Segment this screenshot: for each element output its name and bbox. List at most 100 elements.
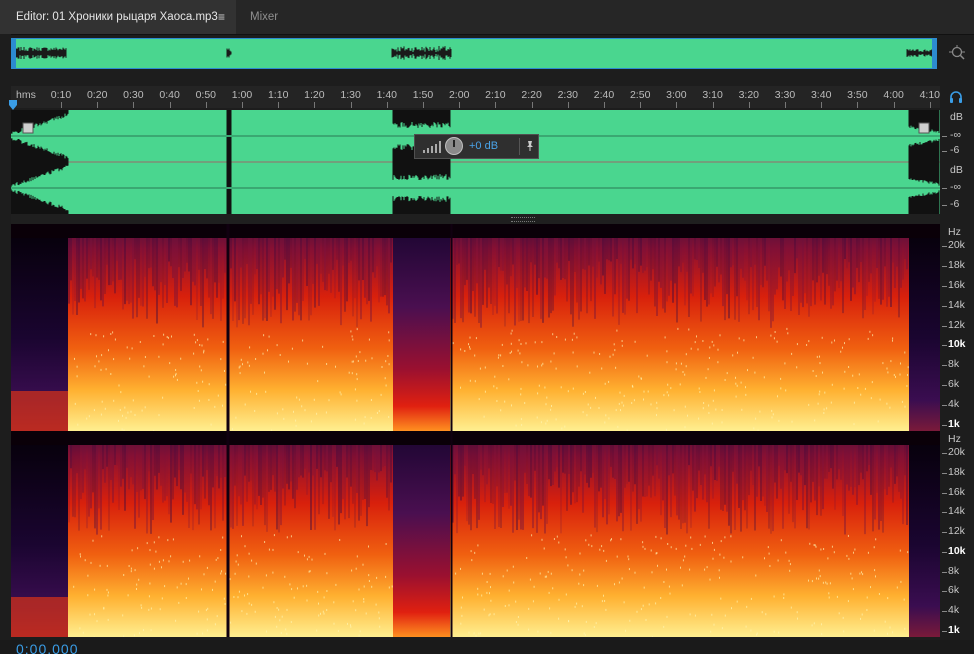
- panel-tab-bar: Editor: 01 Хроники рыцаря Хаоса.mp3 ≡ Mi…: [0, 0, 974, 35]
- hz-unit-label: Hz: [948, 433, 961, 445]
- hz-label: 10k: [948, 338, 966, 351]
- volume-bars-icon: [423, 141, 441, 153]
- ruler-tick: [97, 102, 99, 108]
- hz-label: 1k: [948, 418, 960, 430]
- spectrogram-ch1: [11, 224, 940, 431]
- audition-editor-window: Editor: 01 Хроники рыцаря Хаоса.mp3 ≡ Mi…: [0, 0, 974, 654]
- transport-bar: 0:00.000: [0, 640, 974, 654]
- ruler-tick-label: 1:50: [412, 89, 434, 101]
- hz-tick: [942, 265, 947, 267]
- hz-tick: [942, 405, 947, 407]
- ruler-tick-label: 2:40: [593, 89, 615, 101]
- headphones-icon[interactable]: [949, 90, 963, 104]
- overview-waveform: [11, 39, 936, 68]
- ruler-tick-label: 4:10: [919, 89, 941, 101]
- ruler-tick-label: 3:40: [810, 89, 832, 101]
- panel-left-edge: [0, 34, 11, 640]
- gain-separator: [519, 138, 520, 155]
- hz-label: 14k: [948, 298, 965, 311]
- ruler-tick: [893, 102, 895, 108]
- ruler-tick-label: 3:50: [847, 89, 868, 101]
- zoom-to-selection-icon[interactable]: [948, 44, 966, 62]
- hz-tick: [942, 285, 947, 287]
- hz-tick: [942, 571, 947, 573]
- hz-label: 6k: [948, 378, 960, 391]
- pin-icon[interactable]: [525, 140, 535, 155]
- ruler-tick: [242, 102, 243, 108]
- db-tick: [942, 136, 947, 137]
- spectral-display-ch2[interactable]: [11, 431, 940, 637]
- hz-scale-ch1: Hz 20k 18k 16k 14k 12k 10k 8k 6k 4k 1k: [942, 224, 974, 431]
- hz-label: 14k: [948, 505, 965, 518]
- playhead-icon[interactable]: [9, 97, 17, 110]
- tab-editor-label: Editor: 01 Хроники рыцаря Хаоса.mp3: [16, 11, 218, 23]
- ruler-tick-label: 3:10: [702, 89, 723, 101]
- ruler-tick-label: 0:20: [86, 89, 108, 101]
- ruler-tick: [712, 102, 714, 108]
- ruler-tick-label: 2:00: [448, 89, 470, 101]
- ruler-tick-label: 2:20: [521, 89, 542, 101]
- db-tick: [942, 188, 947, 189]
- ruler-tick: [785, 102, 786, 108]
- waveform-spectral-splitter[interactable]: [11, 214, 940, 224]
- ruler-tick-label: 1:30: [340, 89, 361, 101]
- ruler-tick: [676, 102, 678, 108]
- ruler-tick: [205, 102, 207, 108]
- hz-tick: [942, 472, 947, 474]
- ruler-tick: [61, 102, 62, 108]
- ruler-tick: [386, 102, 388, 108]
- ruler-tick-label: 0:50: [195, 89, 217, 101]
- spectrogram-ch2: [11, 431, 940, 637]
- ruler-tick-label: 4:00: [883, 89, 904, 101]
- hz-label: 18k: [948, 258, 965, 271]
- overview-navigator[interactable]: [11, 38, 937, 69]
- ruler-tick: [640, 102, 642, 108]
- hz-label: 8k: [948, 564, 960, 577]
- splitter-grip[interactable]: [511, 217, 535, 222]
- hz-tick: [942, 532, 947, 534]
- hz-tick: [942, 512, 947, 514]
- hz-label: 20k: [948, 446, 965, 458]
- ruler-format-label: hms: [16, 89, 36, 101]
- ruler-tick: [133, 102, 135, 108]
- hz-tick: [942, 631, 947, 632]
- ruler-tick-label: 1:20: [304, 89, 325, 101]
- hz-unit-label: Hz: [948, 226, 961, 238]
- ruler-tick: [929, 102, 931, 108]
- ruler-tick: [278, 102, 280, 108]
- ruler-tick-label: 0:30: [123, 89, 144, 101]
- ruler-tick-label: 1:40: [376, 89, 398, 101]
- ruler-tick-label: 1:00: [231, 89, 253, 101]
- gain-hud[interactable]: +0 dB: [414, 134, 539, 159]
- ruler-tick: [459, 102, 461, 108]
- ruler-tick-label: 3:20: [738, 89, 760, 101]
- ruler-tick: [495, 102, 497, 108]
- hz-label: 12k: [948, 525, 965, 538]
- ruler-tick-label: 0:40: [159, 89, 180, 101]
- db-label: dB: [950, 111, 963, 123]
- time-ruler[interactable]: hms 0:10 0:20 0:30 0:40 0:50 1:00 1:10 1:20 1:30…: [11, 86, 940, 108]
- ruler-tick-label: 3:30: [774, 89, 796, 101]
- gain-knob-icon[interactable]: [445, 137, 463, 155]
- tab-editor[interactable]: Editor: 01 Хроники рыцаря Хаоса.mp3 ≡: [0, 0, 236, 34]
- ruler-tick-label: 1:10: [267, 89, 289, 101]
- db-label: -∞: [950, 129, 961, 141]
- gain-value[interactable]: +0 dB: [469, 140, 498, 152]
- ruler-tick: [169, 102, 171, 108]
- ruler-tick: [423, 102, 424, 108]
- spectral-display-ch1[interactable]: [11, 224, 940, 431]
- hz-tick: [942, 551, 947, 553]
- db-tick: [942, 151, 947, 152]
- hz-tick: [942, 425, 947, 426]
- tab-mixer[interactable]: Mixer: [238, 0, 298, 34]
- ruler-tick: [314, 102, 316, 108]
- hz-label: 1k: [948, 624, 960, 636]
- menu-icon[interactable]: ≡: [218, 0, 225, 34]
- hz-tick: [942, 246, 947, 247]
- ruler-tick: [531, 102, 533, 108]
- db-scale-ch1: dB -∞ -6: [942, 110, 974, 162]
- waveform-display[interactable]: [11, 110, 940, 214]
- ruler-tick: [604, 102, 605, 108]
- db-scale-ch2: dB -∞ -6: [942, 162, 974, 214]
- hz-tick: [942, 492, 947, 494]
